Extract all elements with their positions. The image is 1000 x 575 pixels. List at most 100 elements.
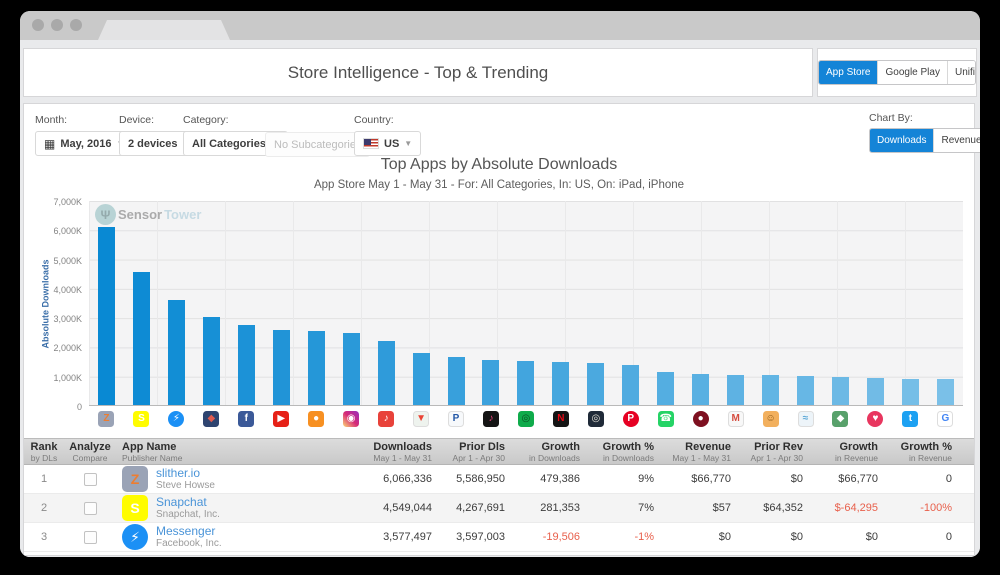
growth-pct-value: 9% bbox=[582, 465, 656, 493]
chart-by-revenue-button[interactable]: Revenue bbox=[933, 129, 980, 152]
app-15-icon: ◎ bbox=[588, 411, 604, 427]
chart-bar[interactable] bbox=[867, 378, 884, 405]
store-tab-app-store[interactable]: App Store bbox=[819, 61, 877, 84]
app-23-icon: ♥ bbox=[867, 411, 883, 427]
revenue-value: $66,770 bbox=[656, 465, 733, 493]
chart-by-toggle: Downloads Revenue bbox=[869, 128, 980, 153]
store-tab-unified[interactable]: Unified bbox=[947, 61, 976, 84]
chart-bar[interactable] bbox=[203, 317, 220, 405]
country-dropdown[interactable]: US ▼ bbox=[354, 131, 421, 156]
growth-pct-value: -1% bbox=[582, 523, 656, 551]
publisher-name: Snapchat, Inc. bbox=[156, 509, 220, 521]
y-tick-label: 6,000K bbox=[53, 226, 82, 236]
app-20-icon: ☺ bbox=[763, 411, 779, 427]
main-panel: Month: ▦ May, 2016 ▼ Device: 2 devices ▼… bbox=[23, 103, 975, 556]
chart-bar[interactable] bbox=[692, 374, 709, 405]
prior-dls-value: 3,597,003 bbox=[434, 523, 507, 551]
chart-plot-area: Ψ SensorTower bbox=[89, 201, 963, 406]
chart-bar[interactable] bbox=[308, 331, 325, 405]
chart-bar[interactable] bbox=[937, 379, 954, 405]
rev-growth-value: $0 bbox=[805, 523, 880, 551]
chart-bar[interactable] bbox=[832, 377, 849, 405]
chart-subtitle: App Store May 1 - May 31 - For: All Cate… bbox=[24, 179, 974, 191]
table-header-row: Rankby DLs AnalyzeCompare App NamePublis… bbox=[24, 438, 974, 465]
chart-bar[interactable] bbox=[448, 357, 465, 405]
rank-value: 1 bbox=[24, 465, 64, 493]
chart-bar[interactable] bbox=[587, 363, 604, 405]
window-zoom-button[interactable] bbox=[70, 19, 82, 31]
y-tick-label: 1,000K bbox=[53, 373, 82, 383]
chart-bar[interactable] bbox=[657, 372, 674, 405]
app-13-icon: ◎ bbox=[518, 411, 534, 427]
device-dropdown-value: 2 devices bbox=[128, 138, 178, 150]
country-dropdown-value: US bbox=[384, 138, 399, 150]
apps-table: Rankby DLs AnalyzeCompare App NamePublis… bbox=[24, 438, 974, 552]
growth-value: 281,353 bbox=[507, 494, 582, 522]
snapchat-app-icon: S bbox=[122, 495, 148, 521]
revenue-value: $0 bbox=[656, 523, 733, 551]
growth-value: 479,386 bbox=[507, 465, 582, 493]
rev-growth-value: $-64,295 bbox=[805, 494, 880, 522]
browser-tab[interactable] bbox=[98, 20, 230, 40]
compare-checkbox[interactable] bbox=[84, 502, 97, 515]
gmail-icon: M bbox=[728, 411, 744, 427]
publisher-name: Facebook, Inc. bbox=[156, 538, 222, 550]
chart-bar[interactable] bbox=[378, 341, 395, 405]
snapchat-icon: S bbox=[133, 411, 149, 427]
downloads-value: 3,577,497 bbox=[342, 523, 434, 551]
compare-checkbox[interactable] bbox=[84, 473, 97, 486]
app-icon-axis: ZS⚡◆f▶●◉♪▼P♪◎N◎P☎●M☺≈◆♥tG bbox=[89, 410, 963, 428]
rev-growth-pct-value: 0 bbox=[880, 523, 954, 551]
y-axis-ticks: 01,000K2,000K3,000K4,000K5,000K6,000K7,0… bbox=[24, 201, 84, 406]
y-tick-label: 3,000K bbox=[53, 314, 82, 324]
chart-bar[interactable] bbox=[902, 379, 919, 405]
y-tick-label: 4,000K bbox=[53, 285, 82, 295]
category-dropdown-value: All Categories bbox=[192, 138, 266, 150]
chart-bar[interactable] bbox=[552, 362, 569, 405]
chart-bar[interactable] bbox=[343, 333, 360, 405]
youtube-icon: ▶ bbox=[273, 411, 289, 427]
chart-bar[interactable] bbox=[413, 353, 430, 405]
prior-rev-value: $0 bbox=[733, 465, 805, 493]
store-tab-google-play[interactable]: Google Play bbox=[877, 61, 946, 84]
browser-window: Store Intelligence - Top & Trending App … bbox=[20, 11, 980, 557]
app-name-link[interactable]: Messenger bbox=[156, 525, 222, 538]
chart-bar[interactable] bbox=[273, 330, 290, 405]
chart-by-group: Chart By: Downloads Revenue bbox=[869, 112, 980, 153]
chart-bar[interactable] bbox=[482, 360, 499, 405]
app-name-link[interactable]: Snapchat bbox=[156, 496, 220, 509]
chart-by-label: Chart By: bbox=[869, 112, 980, 124]
growth-pct-value: 7% bbox=[582, 494, 656, 522]
chart-bar[interactable] bbox=[622, 365, 639, 405]
slither-io-icon: Z bbox=[98, 411, 114, 427]
month-dropdown-value: May, 2016 bbox=[60, 138, 111, 150]
chart-bar[interactable] bbox=[762, 375, 779, 405]
window-minimize-button[interactable] bbox=[51, 19, 63, 31]
chart-bar[interactable] bbox=[98, 227, 115, 405]
app-18-icon: ● bbox=[693, 411, 709, 427]
chart-by-downloads-button[interactable]: Downloads bbox=[870, 129, 933, 152]
revenue-value: $57 bbox=[656, 494, 733, 522]
country-filter-group: Country: US ▼ bbox=[354, 114, 421, 156]
downloads-value: 4,549,044 bbox=[342, 494, 434, 522]
prior-rev-value: $0 bbox=[733, 523, 805, 551]
chart-bar[interactable] bbox=[133, 272, 150, 405]
app-7-icon: ● bbox=[308, 411, 324, 427]
chart-bar[interactable] bbox=[727, 375, 744, 405]
chart-bar[interactable] bbox=[797, 376, 814, 405]
twitter-icon: t bbox=[902, 411, 918, 427]
google-icon: G bbox=[937, 411, 953, 427]
compare-checkbox[interactable] bbox=[84, 531, 97, 544]
slither-io-app-icon: Z bbox=[122, 466, 148, 492]
prior-dls-value: 4,267,691 bbox=[434, 494, 507, 522]
window-close-button[interactable] bbox=[32, 19, 44, 31]
growth-value: -19,506 bbox=[507, 523, 582, 551]
chart-bar[interactable] bbox=[238, 325, 255, 405]
calendar-icon: ▦ bbox=[44, 138, 55, 150]
app-name-link[interactable]: slither.io bbox=[156, 467, 215, 480]
prior-rev-value: $64,352 bbox=[733, 494, 805, 522]
musically-icon: ♪ bbox=[483, 411, 499, 427]
chart-bar[interactable] bbox=[517, 361, 534, 405]
chart-bar[interactable] bbox=[168, 300, 185, 405]
page-title-box: Store Intelligence - Top & Trending bbox=[23, 48, 813, 97]
